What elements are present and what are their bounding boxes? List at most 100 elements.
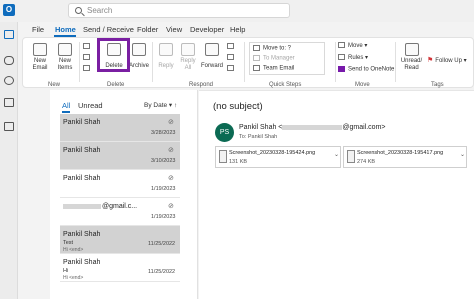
send-to-onenote-button[interactable]: Send to OneNote xyxy=(338,66,394,73)
avatar: PS xyxy=(215,123,234,142)
menu-view[interactable]: View xyxy=(166,25,182,34)
mail-subject: Hi xyxy=(63,268,69,274)
reply-button[interactable]: Reply xyxy=(155,43,177,70)
quick-step-move-to-label: Move to: ? xyxy=(263,45,292,52)
reply-all-label-2: All xyxy=(184,65,192,71)
mail-list: All Unread By Date ▾ ↑ Pankil Shah ⊘ 3/28/… xyxy=(50,90,198,299)
unread-read-button[interactable]: Unread/ Read xyxy=(398,43,425,72)
archive-label: Archive xyxy=(128,63,149,69)
attachment-menu-chevron-icon[interactable]: ⌄ xyxy=(334,151,339,158)
menu-folder[interactable]: Folder xyxy=(137,25,158,34)
meeting-icon xyxy=(227,43,234,49)
mail-date: 11/25/2022 xyxy=(148,241,176,247)
reading-divider xyxy=(199,90,474,91)
forward-button[interactable]: Forward xyxy=(199,43,225,70)
mail-date: 1/19/2023 xyxy=(151,214,176,220)
quick-step-move-to[interactable]: Move to: ? xyxy=(253,45,291,52)
to-label: To: xyxy=(239,134,247,140)
envelope-icon xyxy=(404,43,419,56)
im-button[interactable] xyxy=(227,54,237,61)
reply-all-label-1: Reply xyxy=(180,58,196,64)
onenote-label: Send to OneNote xyxy=(348,66,395,73)
new-items-label-1: New xyxy=(58,58,71,64)
mail-sender-text: Pankil Shah xyxy=(63,259,101,266)
calendar-icon[interactable] xyxy=(4,56,14,65)
unread-read-label-1: Unread/ xyxy=(400,58,423,64)
mail-subject: Test xyxy=(63,240,74,246)
im-icon xyxy=(227,54,234,60)
filter-all-tab[interactable]: All xyxy=(62,101,70,110)
list-item[interactable]: Pankil Shah ⊘ 3/10/2023 xyxy=(60,142,180,170)
attachment-name: Screenshot_20230328-195417.png xyxy=(357,150,444,156)
group-separator xyxy=(152,42,153,82)
attachment-card[interactable]: Screenshot_20230328-195424.png 131 KB ⌄ xyxy=(215,146,341,168)
menu-send-receive[interactable]: Send / Receive xyxy=(83,25,134,34)
reply-icon xyxy=(159,43,173,56)
ribbon: New Email New Items New Delete Archive D… xyxy=(22,37,474,88)
sender-name: Pankil Shah < xyxy=(239,124,283,131)
list-item[interactable]: Pankil Shah 11/25/2022 Hi Hi <end> xyxy=(60,254,180,282)
ignore-icon xyxy=(83,43,90,49)
quick-steps-gallery[interactable]: Move to: ? To Manager Team Email xyxy=(249,42,325,75)
more-respond-button[interactable] xyxy=(227,65,237,72)
unread-read-label-2: Read xyxy=(404,65,419,71)
mail-sender-text: Pankil Shah xyxy=(63,175,101,182)
group-separator xyxy=(79,42,80,82)
folder-icon xyxy=(253,45,260,51)
menu-home[interactable]: Home xyxy=(55,25,76,34)
attachment-card[interactable]: Screenshot_20230328-195417.png 274 KB ⌄ xyxy=(343,146,467,168)
mail-date: 3/10/2023 xyxy=(151,158,176,164)
mail-icon[interactable] xyxy=(4,30,14,39)
move-button[interactable]: Move ▾ xyxy=(338,42,367,49)
rules-icon xyxy=(338,54,345,61)
new-email-icon xyxy=(33,43,47,56)
quick-step-team-email[interactable]: Team Email xyxy=(253,65,294,72)
tasks-icon[interactable] xyxy=(4,98,14,107)
apps-icon[interactable] xyxy=(4,122,14,131)
menu-developer[interactable]: Developer xyxy=(190,25,224,34)
mail-filter-row: All Unread By Date ▾ ↑ xyxy=(50,90,198,114)
reply-all-button[interactable]: Reply All xyxy=(177,43,199,72)
mail-sender: @gmail.c... xyxy=(63,203,137,210)
sender-domain: @gmail.com> xyxy=(342,124,386,131)
sort-by-date-button[interactable]: By Date ▾ ↑ xyxy=(144,101,177,109)
group-label-move: Move xyxy=(355,82,370,88)
mail-date: 11/25/2022 xyxy=(148,269,176,275)
new-items-button[interactable]: New Items xyxy=(53,43,77,72)
filter-unread-tab[interactable]: Unread xyxy=(78,101,103,110)
image-file-icon xyxy=(219,150,227,163)
rules-button[interactable]: Rules ▾ xyxy=(338,54,368,61)
group-label-new: New xyxy=(48,82,61,88)
clean-up-button[interactable] xyxy=(83,54,93,61)
rules-label: Rules xyxy=(348,55,364,61)
mail-sender-text: Pankil Shah xyxy=(63,231,101,238)
list-item[interactable]: @gmail.c... ⊘ 1/19/2023 xyxy=(60,198,180,226)
ignore-button[interactable] xyxy=(83,43,93,50)
group-separator xyxy=(335,42,336,82)
attachment-menu-chevron-icon[interactable]: ⌄ xyxy=(460,151,465,158)
junk-icon xyxy=(83,65,90,71)
redacted-email-bar xyxy=(282,124,343,130)
archive-button[interactable]: Archive xyxy=(127,43,151,70)
list-item[interactable]: Pankil Shah ⊘ 3/28/2023 xyxy=(60,114,180,142)
menu-help[interactable]: Help xyxy=(230,25,245,34)
team-icon xyxy=(253,65,260,71)
meeting-button[interactable] xyxy=(227,43,237,50)
junk-button[interactable] xyxy=(83,65,93,72)
search-box[interactable]: Search xyxy=(68,3,290,18)
quick-step-to-manager[interactable]: To Manager xyxy=(253,55,295,62)
group-separator xyxy=(395,42,396,82)
to-recipient: Pankil Shah xyxy=(247,134,278,140)
mail-preview: Hi <end> xyxy=(63,275,84,281)
attachment-size: 274 KB xyxy=(357,159,376,165)
new-email-button[interactable]: New Email xyxy=(29,43,51,72)
people-icon[interactable] xyxy=(4,76,14,85)
menu-file[interactable]: File xyxy=(32,25,44,34)
follow-up-button[interactable]: ⚑ Follow Up ▾ xyxy=(427,56,467,64)
mail-preview: Hi <end> xyxy=(63,247,84,253)
redacted-email-bar xyxy=(63,203,101,209)
list-item[interactable]: Pankil Shah ⊘ 1/19/2023 xyxy=(60,170,180,198)
list-item[interactable]: Pankil Shah 11/25/2022 Test Hi <end> xyxy=(60,226,180,254)
delete-highlight-frame xyxy=(97,38,130,72)
group-separator xyxy=(244,42,245,82)
